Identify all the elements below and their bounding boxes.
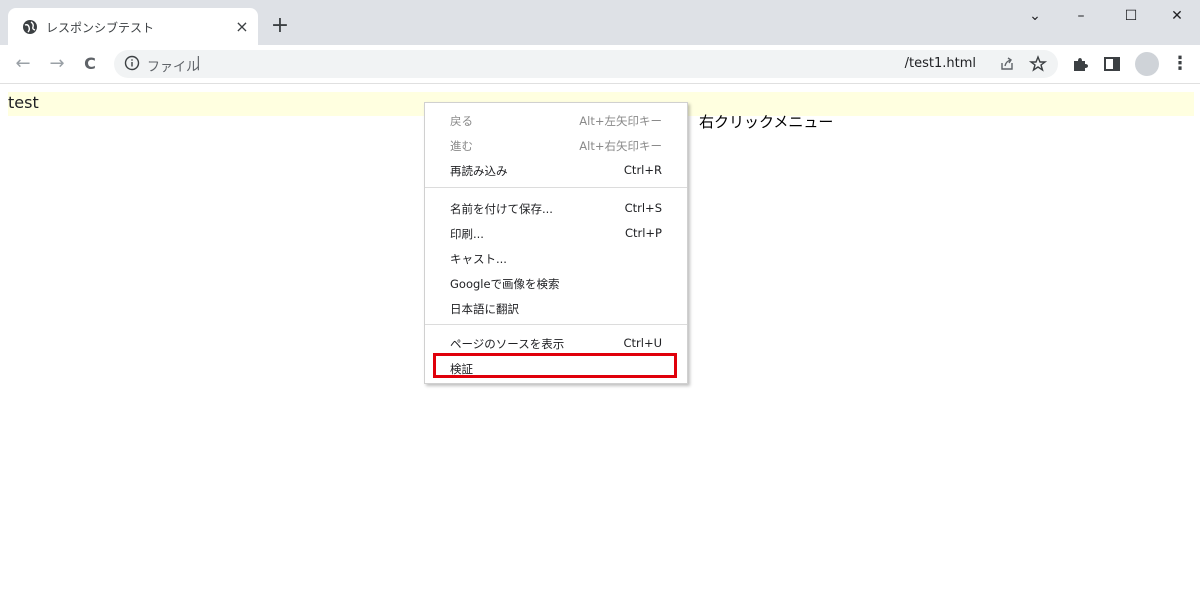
browser-toolbar: ← → C ファイル | /test1.html ⋮ xyxy=(0,45,1200,84)
back-button[interactable]: ← xyxy=(10,51,36,77)
address-bar[interactable]: ファイル | /test1.html xyxy=(114,50,1058,78)
reload-button[interactable]: C xyxy=(77,51,103,77)
star-icon[interactable] xyxy=(1028,54,1048,74)
sidepanel-icon[interactable] xyxy=(1102,54,1122,74)
share-icon[interactable] xyxy=(997,54,1017,74)
menu-item-back: 戻る Alt+左矢印キー xyxy=(450,114,662,128)
menu-item-cast[interactable]: キャスト... xyxy=(425,246,687,271)
window-close-button[interactable]: ✕ xyxy=(1154,0,1200,32)
tab-strip: レスポンシブテスト × + ⌄ – ☐ ✕ xyxy=(0,0,1200,45)
new-tab-button[interactable]: + xyxy=(268,15,292,39)
menu-item-translate[interactable]: 日本語に翻訳 xyxy=(425,296,687,321)
context-menu: 戻る Alt+左矢印キー 進む Alt+右矢印キー 再読み込み Ctrl+R 名… xyxy=(424,102,688,384)
menu-separator xyxy=(425,187,687,188)
tab-title: レスポンシブテスト xyxy=(46,21,155,35)
menu-item-print[interactable]: 印刷... Ctrl+P xyxy=(425,221,687,246)
minimize-button[interactable]: – xyxy=(1058,0,1104,32)
inspect-highlight-box xyxy=(433,353,677,378)
scheme-label: ファイル xyxy=(147,60,200,75)
menu-item-save-as[interactable]: 名前を付けて保存... Ctrl+S xyxy=(425,196,687,221)
menu-item-forward: 進む Alt+右矢印キー xyxy=(450,139,662,153)
annotation-label: 右クリックメニュー xyxy=(699,113,834,131)
menu-separator xyxy=(425,324,687,325)
url-text[interactable]: /test1.html xyxy=(905,56,976,71)
browser-tab[interactable]: レスポンシブテスト × xyxy=(8,8,258,45)
maximize-button[interactable]: ☐ xyxy=(1108,0,1154,32)
info-icon[interactable] xyxy=(124,55,140,71)
menu-item-reload[interactable]: 再読み込み Ctrl+R xyxy=(425,158,687,183)
avatar[interactable] xyxy=(1135,52,1159,76)
globe-icon xyxy=(23,20,37,34)
forward-button[interactable]: → xyxy=(44,51,70,77)
puzzle-icon[interactable] xyxy=(1070,54,1090,74)
scheme-separator: | xyxy=(196,55,201,71)
kebab-menu-icon[interactable]: ⋮ xyxy=(1170,54,1190,74)
menu-item-search-image[interactable]: Googleで画像を検索 xyxy=(425,271,687,296)
tab-close-icon[interactable]: × xyxy=(232,17,252,37)
tab-search-chevron-icon[interactable]: ⌄ xyxy=(1012,0,1058,32)
